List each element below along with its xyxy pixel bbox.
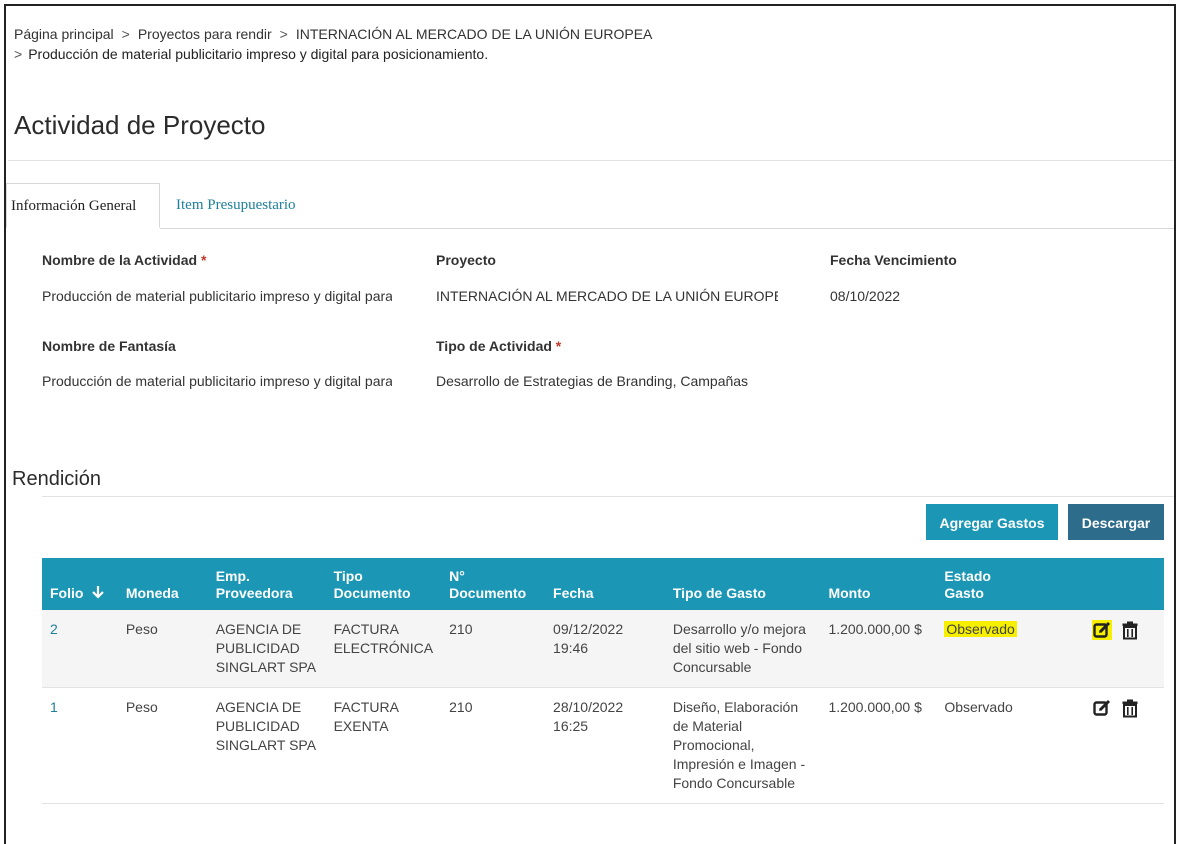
- cell-moneda: Peso: [117, 687, 208, 804]
- label-tipo-actividad: Tipo de Actividad *: [436, 338, 562, 354]
- cell-moneda: Peso: [117, 610, 208, 688]
- col-tipo-gasto[interactable]: Tipo de Gasto: [664, 558, 821, 610]
- cell-tipo-gasto: Diseño, Elaboración de Material Promocio…: [664, 687, 821, 804]
- table-row: 2 Peso AGENCIA DE PUBLICIDAD SINGLART SP…: [42, 610, 1164, 688]
- value-tipo-actividad: Desarrollo de Estrategias de Branding, C…: [436, 373, 749, 389]
- label-nombre-fantasia: Nombre de Fantasía: [42, 338, 176, 354]
- status-badge: Observado: [944, 699, 1013, 715]
- col-tipo-documento[interactable]: Tipo Documento: [325, 558, 442, 610]
- value-nombre-fantasia: Producción de material publicitario impr…: [42, 373, 392, 389]
- breadcrumb-home[interactable]: Página principal: [14, 26, 114, 42]
- cell-proveedora: AGENCIA DE PUBLICIDAD SINGLART SPA: [207, 610, 326, 688]
- col-numero-documento[interactable]: N° Documento: [441, 558, 546, 610]
- breadcrumb-projects[interactable]: Proyectos para rendir: [138, 26, 272, 42]
- cell-tipo-documento: FACTURA ELECTRÓNICA: [325, 610, 442, 688]
- cell-proveedora: AGENCIA DE PUBLICIDAD SINGLART SPA: [207, 687, 326, 804]
- section-title-rendicion: Rendición: [12, 468, 101, 490]
- col-estado-gasto[interactable]: Estado Gasto: [936, 558, 1047, 610]
- col-monto[interactable]: Monto: [820, 558, 937, 610]
- cell-tipo-documento: FACTURA EXENTA: [325, 687, 442, 804]
- cell-tipo-gasto: Desarrollo y/o mejora del sitio web - Fo…: [664, 610, 821, 688]
- breadcrumb-current: Producción de material publicitario impr…: [28, 46, 489, 62]
- cell-acciones: [1046, 687, 1164, 804]
- edit-icon[interactable]: [1092, 620, 1113, 640]
- col-emp-proveedora[interactable]: Emp. Proveedora: [207, 558, 326, 610]
- cell-numero-documento: 210: [441, 687, 546, 804]
- tab-informacion-general[interactable]: Información General: [6, 183, 160, 228]
- col-fecha[interactable]: Fecha: [545, 558, 665, 610]
- trash-icon[interactable]: [1120, 698, 1140, 718]
- value-fecha-vencimiento: 08/10/2022: [830, 288, 901, 304]
- descargar-button[interactable]: Descargar: [1068, 504, 1164, 540]
- breadcrumb-separator: >: [279, 26, 288, 42]
- folio-link[interactable]: 2: [50, 621, 58, 637]
- breadcrumb-project[interactable]: INTERNACIÓN AL MERCADO DE LA UNIÓN EUROP…: [296, 26, 653, 42]
- label-fecha-vencimiento: Fecha Vencimiento: [830, 252, 957, 268]
- tab-bar: Información General Item Presupuestario: [6, 183, 1174, 229]
- cell-numero-documento: 210: [441, 610, 546, 688]
- table-header-row: Folio Moneda Emp. Proveedora Tipo Document…: [42, 558, 1164, 610]
- page-title: Actividad de Proyecto: [14, 110, 266, 140]
- tab-item-presupuestario[interactable]: Item Presupuestario: [172, 183, 300, 228]
- col-acciones: [1046, 558, 1164, 610]
- tabs-divider: [160, 228, 1174, 229]
- folio-link[interactable]: 1: [50, 699, 58, 715]
- arrow-down-icon: [92, 586, 105, 599]
- title-divider: [8, 160, 1174, 161]
- label-proyecto: Proyecto: [436, 252, 496, 268]
- label-nombre-actividad: Nombre de la Actividad *: [42, 252, 207, 268]
- col-moneda[interactable]: Moneda: [117, 558, 208, 610]
- cell-fecha: 28/10/2022 16:25: [545, 687, 665, 804]
- rendicion-table: Folio Moneda Emp. Proveedora Tipo Document…: [42, 558, 1164, 804]
- agregar-gastos-button[interactable]: Agregar Gastos: [926, 504, 1058, 540]
- rendicion-divider: [42, 496, 1174, 497]
- value-proyecto: INTERNACIÓN AL MERCADO DE LA UNIÓN EUROP…: [436, 288, 778, 304]
- value-nombre-actividad: Producción de material publicitario impr…: [42, 288, 392, 304]
- edit-icon[interactable]: [1092, 698, 1112, 718]
- breadcrumb-separator: >: [121, 26, 130, 42]
- cell-estado: Observado: [936, 687, 1047, 804]
- cell-monto: 1.200.000,00 $: [820, 610, 937, 688]
- cell-acciones: [1046, 610, 1164, 688]
- breadcrumb: Página principal > Proyectos para rendir > I…: [14, 24, 652, 64]
- cell-fecha: 09/12/2022 19:46: [545, 610, 665, 688]
- cell-monto: 1.200.000,00 $: [820, 687, 937, 804]
- status-badge: Observado: [944, 621, 1017, 637]
- table-row: 1 Peso AGENCIA DE PUBLICIDAD SINGLART SP…: [42, 687, 1164, 804]
- col-folio[interactable]: Folio: [42, 558, 118, 610]
- trash-icon[interactable]: [1120, 620, 1140, 640]
- cell-estado: Observado: [936, 610, 1047, 688]
- breadcrumb-separator: >: [14, 46, 23, 62]
